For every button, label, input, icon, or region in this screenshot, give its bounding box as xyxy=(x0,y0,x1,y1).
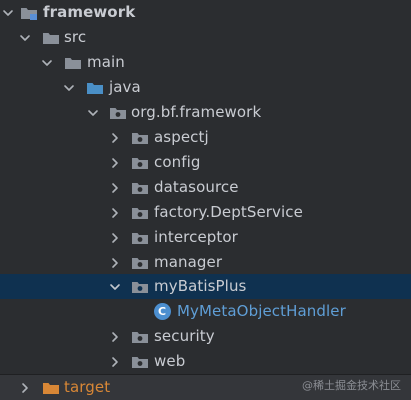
chevron-right-icon[interactable] xyxy=(108,324,122,349)
tree-label-java: java xyxy=(109,78,141,96)
chevron-right-icon[interactable] xyxy=(108,125,122,150)
chevron-right-icon[interactable] xyxy=(108,175,122,200)
tree-row-manager[interactable]: manager xyxy=(0,250,411,275)
chevron-down-icon[interactable] xyxy=(86,100,100,125)
tree-label-mymetaobjecthandler: MyMetaObjectHandler xyxy=(177,302,346,320)
tree-label-target: target xyxy=(64,378,111,396)
java-class-icon: C xyxy=(153,299,171,324)
module-folder-icon xyxy=(20,0,38,25)
tree-row-mymetaobjecthandler[interactable]: C MyMetaObjectHandler xyxy=(0,299,411,324)
chevron-down-icon[interactable] xyxy=(62,75,76,100)
chevron-right-icon[interactable] xyxy=(108,250,122,275)
folder-icon xyxy=(42,25,60,50)
tree-label-datasource: datasource xyxy=(154,178,239,196)
tree-row-web[interactable]: web xyxy=(0,349,411,374)
chevron-down-icon[interactable] xyxy=(40,50,54,75)
package-icon xyxy=(131,225,149,250)
package-icon xyxy=(131,175,149,200)
package-icon xyxy=(131,125,149,150)
tree-label-manager: manager xyxy=(154,253,223,271)
tree-label-src: src xyxy=(64,28,87,46)
chevron-down-icon[interactable] xyxy=(1,0,15,25)
tree-label-config: config xyxy=(154,153,201,171)
tree-row-framework[interactable]: framework xyxy=(0,0,411,25)
tree-row-datasource[interactable]: datasource xyxy=(0,175,411,200)
excluded-folder-icon xyxy=(42,375,60,400)
package-icon xyxy=(131,349,149,374)
package-icon xyxy=(131,200,149,225)
tree-label-main: main xyxy=(87,53,125,71)
chevron-right-icon[interactable] xyxy=(18,375,32,400)
source-root-folder-icon xyxy=(86,75,104,100)
tree-row-interceptor[interactable]: interceptor xyxy=(0,225,411,250)
package-icon xyxy=(131,250,149,275)
tree-label-web: web xyxy=(154,352,186,370)
chevron-down-icon[interactable] xyxy=(18,25,32,50)
tree-label-mybatisplus: myBatisPlus xyxy=(154,277,247,295)
tree-label-aspectj: aspectj xyxy=(154,128,209,146)
tree-label-framework: framework xyxy=(43,3,136,21)
package-icon xyxy=(131,150,149,175)
tree-row-main[interactable]: main xyxy=(0,50,411,75)
tree-row-factory-deptservice[interactable]: factory.DeptService xyxy=(0,200,411,225)
tree-label-org-bf-framework: org.bf.framework xyxy=(131,103,262,121)
project-tree: framework src main java org.bf.framework… xyxy=(0,0,411,400)
tree-label-factory-deptservice: factory.DeptService xyxy=(154,203,303,221)
tree-row-mybatisplus[interactable]: myBatisPlus xyxy=(0,274,411,299)
tree-row-aspectj[interactable]: aspectj xyxy=(0,125,411,150)
tree-row-src[interactable]: src xyxy=(0,25,411,50)
package-icon xyxy=(109,100,127,125)
tree-row-security[interactable]: security xyxy=(0,324,411,349)
class-badge: C xyxy=(153,303,171,320)
package-icon xyxy=(131,274,149,299)
package-icon xyxy=(131,324,149,349)
chevron-right-icon[interactable] xyxy=(108,225,122,250)
folder-icon xyxy=(64,50,82,75)
chevron-right-icon[interactable] xyxy=(108,200,122,225)
chevron-right-icon[interactable] xyxy=(108,150,122,175)
watermark: @稀土掘金技术社区 xyxy=(302,379,401,392)
chevron-down-icon[interactable] xyxy=(108,274,122,299)
tree-row-java[interactable]: java xyxy=(0,75,411,100)
tree-row-config[interactable]: config xyxy=(0,150,411,175)
chevron-right-icon[interactable] xyxy=(108,349,122,374)
tree-row-org-bf-framework[interactable]: org.bf.framework xyxy=(0,100,411,125)
tree-label-security: security xyxy=(154,327,215,345)
tree-label-interceptor: interceptor xyxy=(154,228,238,246)
